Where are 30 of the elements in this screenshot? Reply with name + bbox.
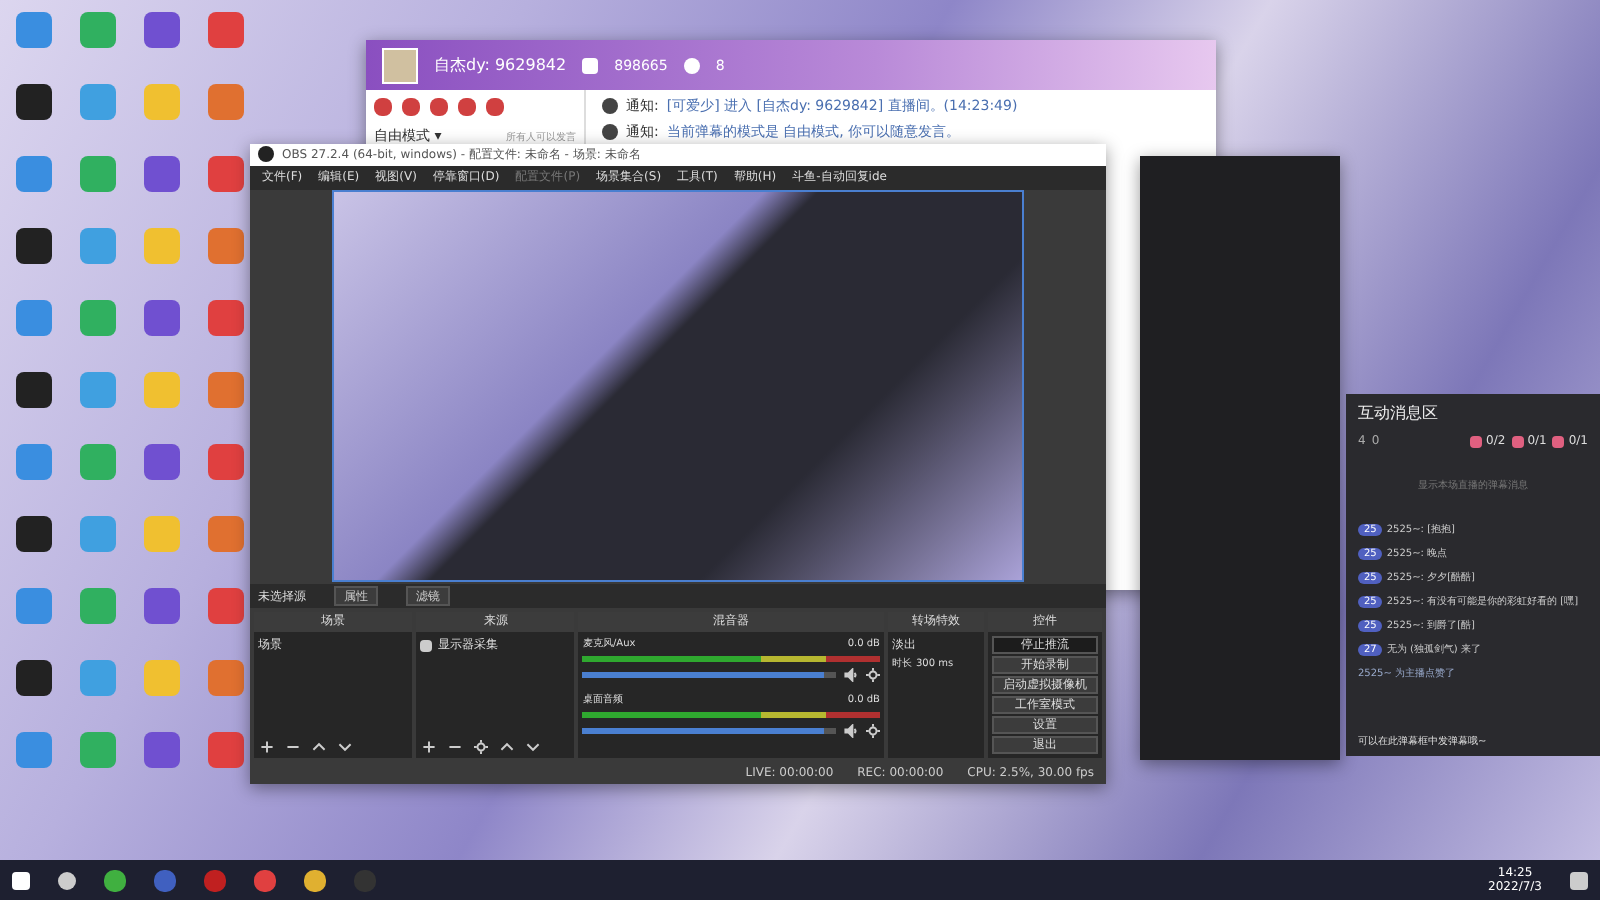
gift-icon <box>1511 435 1524 447</box>
desktop-app-icon[interactable] <box>16 372 52 408</box>
add-icon[interactable] <box>260 739 274 754</box>
gift-icon <box>1552 435 1565 447</box>
desktop-app-icon[interactable] <box>16 228 52 264</box>
obs-logo-icon <box>258 146 274 163</box>
speaker-icon[interactable] <box>844 724 858 739</box>
gear-icon[interactable] <box>866 724 880 739</box>
up-icon[interactable] <box>500 739 515 754</box>
windows-start-icon[interactable] <box>12 871 30 889</box>
up-icon[interactable] <box>312 739 326 754</box>
add-icon[interactable] <box>422 739 437 754</box>
down-icon[interactable] <box>338 739 352 754</box>
desktop-app-icon[interactable] <box>16 660 52 696</box>
taskbar-app-icon[interactable] <box>104 869 126 891</box>
monitor-icon <box>420 639 433 652</box>
search-icon[interactable] <box>58 871 76 889</box>
panel-title: 互动消息区 <box>1358 402 1440 424</box>
avatar-icon <box>382 47 418 83</box>
gear-icon[interactable] <box>474 739 489 754</box>
down-icon[interactable] <box>526 739 541 754</box>
desktop-app-icon[interactable] <box>16 84 52 120</box>
streamer-name: 自杰dy: 9629842 <box>434 54 567 76</box>
desktop-app-icon[interactable] <box>16 516 52 552</box>
notification-icon[interactable] <box>1570 871 1588 889</box>
taskbar-app-icon[interactable] <box>304 869 326 891</box>
taskbar-app-icon[interactable] <box>254 869 276 891</box>
gear-icon[interactable] <box>866 668 880 683</box>
gift-icon <box>1470 435 1483 447</box>
speaker-icon[interactable] <box>844 668 858 683</box>
